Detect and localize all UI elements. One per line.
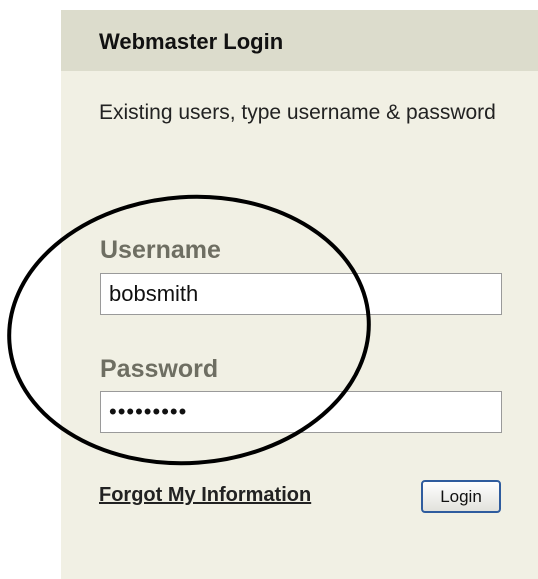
login-panel-header: Webmaster Login (61, 10, 538, 71)
username-input[interactable] (100, 273, 502, 315)
forgot-information-link[interactable]: Forgot My Information (99, 484, 311, 507)
password-label: Password (100, 355, 219, 383)
screenshot-stage: Webmaster Login Existing users, type use… (0, 0, 538, 579)
username-label: Username (100, 236, 221, 264)
password-input[interactable] (100, 391, 502, 433)
login-button[interactable]: Login (421, 480, 501, 513)
login-panel: Webmaster Login Existing users, type use… (61, 10, 538, 579)
login-intro-text: Existing users, type username & password (99, 101, 496, 124)
login-panel-title: Webmaster Login (99, 29, 284, 54)
